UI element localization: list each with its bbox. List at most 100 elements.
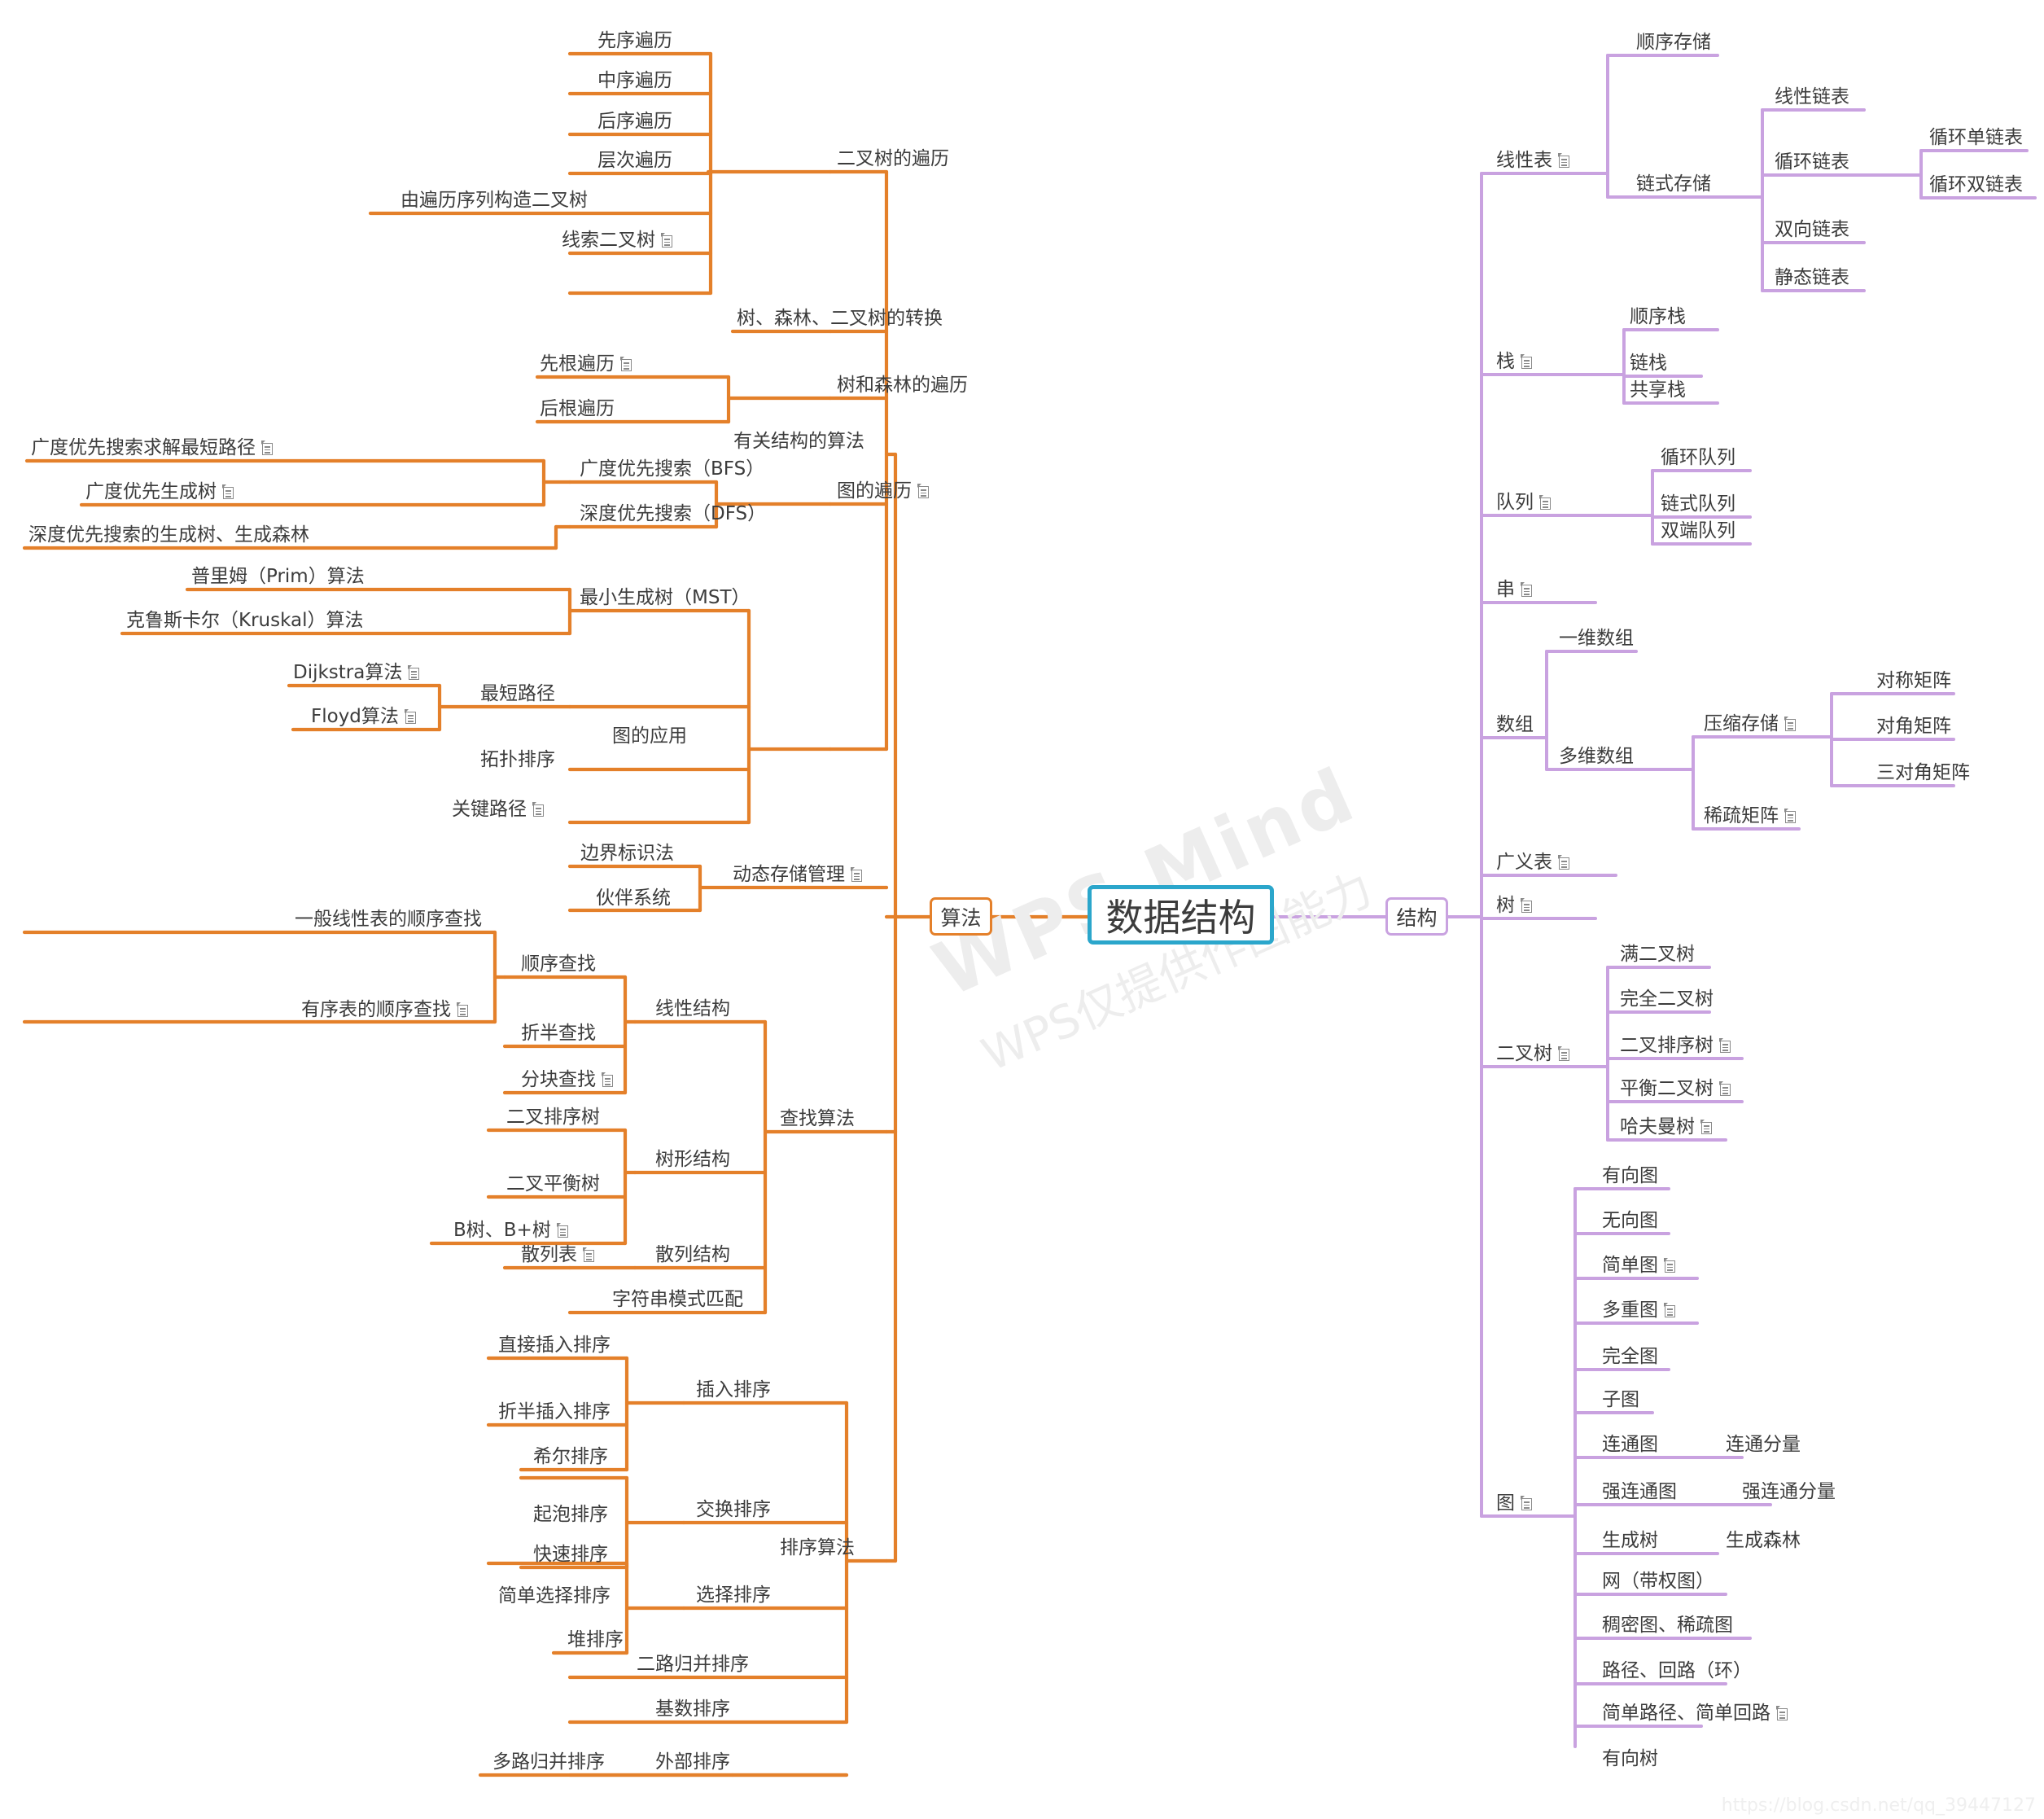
node-dfs-spanning-forest[interactable]: 深度优先搜索的生成树、生成森林 bbox=[28, 526, 309, 545]
node-exchange-sort[interactable]: 交换排序 bbox=[696, 1501, 771, 1519]
node-quick-sort[interactable]: 快速排序 bbox=[533, 1545, 608, 1564]
branch-node-algorithm[interactable]: 算法 bbox=[930, 897, 992, 936]
node-shell-sort[interactable]: 希尔排序 bbox=[533, 1448, 608, 1466]
node-postorder-traversal[interactable]: 后序遍历 bbox=[597, 112, 672, 131]
node-balanced-binary-tree-search[interactable]: 二叉平衡树 bbox=[506, 1175, 600, 1194]
node-complete-graph[interactable]: 完全图 bbox=[1602, 1348, 1658, 1366]
node-shortest-path[interactable]: 最短路径 bbox=[480, 685, 555, 703]
node-deque[interactable]: 双端队列 bbox=[1661, 522, 1735, 541]
node-selection-sort[interactable]: 选择排序 bbox=[696, 1586, 771, 1605]
node-subgraph[interactable]: 子图 bbox=[1602, 1391, 1639, 1409]
node-heap-sort[interactable]: 堆排序 bbox=[567, 1631, 624, 1650]
node-linear-list[interactable]: 线性表 bbox=[1496, 151, 1572, 170]
node-sparse-matrix[interactable]: 稀疏矩阵 bbox=[1704, 807, 1798, 826]
node-circular-single-linked-list[interactable]: 循环单链表 bbox=[1929, 129, 2023, 147]
branch-node-structure[interactable]: 结构 bbox=[1385, 897, 1448, 936]
node-sorting-algorithms[interactable]: 排序算法 bbox=[780, 1539, 855, 1558]
node-binary-sort-tree[interactable]: 二叉排序树 bbox=[1620, 1037, 1733, 1055]
node-block-search[interactable]: 分块查找 bbox=[521, 1071, 615, 1089]
node-balanced-binary-tree[interactable]: 平衡二叉树 bbox=[1620, 1080, 1733, 1098]
node-multi-dimensional-array[interactable]: 多维数组 bbox=[1559, 747, 1634, 766]
node-critical-path[interactable]: 关键路径 bbox=[452, 800, 546, 819]
node-binary-search[interactable]: 折半查找 bbox=[521, 1024, 596, 1043]
node-dynamic-storage-management[interactable]: 动态存储管理 bbox=[733, 866, 864, 884]
node-sequential-stack[interactable]: 顺序栈 bbox=[1630, 308, 1686, 327]
node-boundary-tag-method[interactable]: 边界标识法 bbox=[580, 844, 674, 863]
node-linear-linked-list[interactable]: 线性链表 bbox=[1775, 88, 1849, 107]
node-hash-structure[interactable]: 散列结构 bbox=[655, 1246, 730, 1265]
node-shared-stack[interactable]: 共享栈 bbox=[1630, 381, 1686, 400]
node-inorder-traversal[interactable]: 中序遍历 bbox=[597, 72, 672, 90]
node-tridiagonal-matrix[interactable]: 三对角矩阵 bbox=[1876, 764, 1970, 782]
node-spanning-tree[interactable]: 生成树 bbox=[1602, 1532, 1658, 1550]
node-floyd-algorithm[interactable]: Floyd算法 bbox=[311, 708, 418, 726]
node-multigraph[interactable]: 多重图 bbox=[1602, 1301, 1678, 1320]
node-linear-structure[interactable]: 线性结构 bbox=[655, 1000, 730, 1019]
node-binary-tree-traversal[interactable]: 二叉树的遍历 bbox=[837, 150, 949, 169]
node-dfs[interactable]: 深度优先搜索（DFS） bbox=[580, 505, 766, 524]
node-strongly-connected-component[interactable]: 强连通分量 bbox=[1742, 1483, 1836, 1501]
node-undirected-graph[interactable]: 无向图 bbox=[1602, 1212, 1658, 1230]
node-kruskal-algorithm[interactable]: 克鲁斯卡尔（Kruskal）算法 bbox=[126, 611, 364, 630]
node-diagonal-matrix[interactable]: 对角矩阵 bbox=[1876, 717, 1951, 736]
node-circular-double-linked-list[interactable]: 循环双链表 bbox=[1929, 176, 2023, 195]
node-external-sort[interactable]: 外部排序 bbox=[655, 1753, 730, 1772]
node-tree-forest-traversal[interactable]: 树和森林的遍历 bbox=[837, 376, 968, 395]
node-hash-table[interactable]: 散列表 bbox=[521, 1246, 597, 1265]
node-bfs-shortest-path[interactable]: 广度优先搜索求解最短路径 bbox=[31, 439, 275, 458]
node-build-tree-from-traversal[interactable]: 由遍历序列构造二叉树 bbox=[400, 191, 588, 210]
node-threaded-binary-tree[interactable]: 线索二叉树 bbox=[562, 231, 675, 250]
node-simple-selection-sort[interactable]: 简单选择排序 bbox=[498, 1587, 611, 1606]
node-stack[interactable]: 栈 bbox=[1496, 353, 1534, 371]
node-graph-applications[interactable]: 图的应用 bbox=[612, 727, 687, 746]
node-level-traversal[interactable]: 层次遍历 bbox=[597, 151, 672, 170]
node-preroot-traversal[interactable]: 先根遍历 bbox=[540, 355, 634, 374]
node-tree[interactable]: 树 bbox=[1496, 896, 1534, 915]
node-postroot-traversal[interactable]: 后根遍历 bbox=[540, 400, 615, 419]
node-simple-graph[interactable]: 简单图 bbox=[1602, 1256, 1678, 1275]
node-path-cycle[interactable]: 路径、回路（环） bbox=[1602, 1662, 1752, 1681]
node-binary-sort-tree-search[interactable]: 二叉排序树 bbox=[506, 1108, 600, 1127]
node-sequential-search-general-list[interactable]: 一般线性表的顺序查找 bbox=[295, 910, 482, 929]
node-simple-path-cycle[interactable]: 简单路径、简单回路 bbox=[1602, 1704, 1790, 1723]
node-directed-tree[interactable]: 有向树 bbox=[1602, 1750, 1658, 1769]
node-tree-forest-bintree-conversion[interactable]: 树、森林、二叉树的转换 bbox=[737, 309, 943, 328]
node-network-weighted-graph[interactable]: 网（带权图） bbox=[1602, 1572, 1714, 1591]
node-direct-insertion-sort[interactable]: 直接插入排序 bbox=[498, 1336, 611, 1355]
node-search-algorithms[interactable]: 查找算法 bbox=[780, 1110, 855, 1129]
node-bfs-spanning-tree[interactable]: 广度优先生成树 bbox=[85, 483, 236, 502]
node-connected-component[interactable]: 连通分量 bbox=[1726, 1435, 1801, 1454]
node-two-way-merge-sort[interactable]: 二路归并排序 bbox=[637, 1655, 749, 1674]
node-circular-linked-list[interactable]: 循环链表 bbox=[1775, 153, 1849, 172]
node-sequential-search[interactable]: 顺序查找 bbox=[521, 955, 596, 974]
node-topological-sort[interactable]: 拓扑排序 bbox=[480, 751, 555, 769]
node-bfs[interactable]: 广度优先搜索（BFS） bbox=[580, 460, 764, 479]
node-complete-binary-tree[interactable]: 完全二叉树 bbox=[1620, 990, 1714, 1009]
node-circular-queue[interactable]: 循环队列 bbox=[1661, 449, 1735, 467]
node-queue[interactable]: 队列 bbox=[1496, 493, 1553, 512]
node-preorder-traversal[interactable]: 先序遍历 bbox=[597, 32, 672, 50]
node-full-binary-tree[interactable]: 满二叉树 bbox=[1620, 945, 1695, 964]
node-connected-graph[interactable]: 连通图 bbox=[1602, 1435, 1658, 1454]
node-dense-sparse-graph[interactable]: 稠密图、稀疏图 bbox=[1602, 1616, 1733, 1635]
node-generalized-list[interactable]: 广义表 bbox=[1496, 853, 1572, 872]
node-multiway-merge-sort[interactable]: 多路归并排序 bbox=[492, 1753, 605, 1772]
node-one-dimensional-array[interactable]: 一维数组 bbox=[1559, 629, 1634, 648]
node-b-tree[interactable]: B树、B+树 bbox=[453, 1221, 571, 1240]
node-array[interactable]: 数组 bbox=[1496, 716, 1534, 734]
node-buddy-system[interactable]: 伙伴系统 bbox=[596, 889, 671, 908]
node-directed-graph[interactable]: 有向图 bbox=[1602, 1167, 1658, 1186]
node-linked-stack[interactable]: 链栈 bbox=[1630, 354, 1667, 373]
node-insertion-sort[interactable]: 插入排序 bbox=[696, 1381, 771, 1400]
node-binary-insertion-sort[interactable]: 折半插入排序 bbox=[498, 1403, 611, 1422]
node-dijkstra-algorithm[interactable]: Dijkstra算法 bbox=[293, 664, 422, 682]
node-tree-structure[interactable]: 树形结构 bbox=[655, 1151, 730, 1169]
node-structure-related-algorithms[interactable]: 有关结构的算法 bbox=[733, 432, 864, 451]
node-minimum-spanning-tree[interactable]: 最小生成树（MST） bbox=[580, 589, 751, 607]
node-string[interactable]: 串 bbox=[1496, 581, 1534, 599]
node-linked-storage[interactable]: 链式存储 bbox=[1636, 175, 1711, 194]
root-node-data-structure[interactable]: 数据结构 bbox=[1088, 885, 1274, 945]
node-radix-sort[interactable]: 基数排序 bbox=[655, 1700, 730, 1719]
node-doubly-linked-list[interactable]: 双向链表 bbox=[1775, 221, 1849, 239]
node-sequential-storage[interactable]: 顺序存储 bbox=[1636, 33, 1711, 52]
